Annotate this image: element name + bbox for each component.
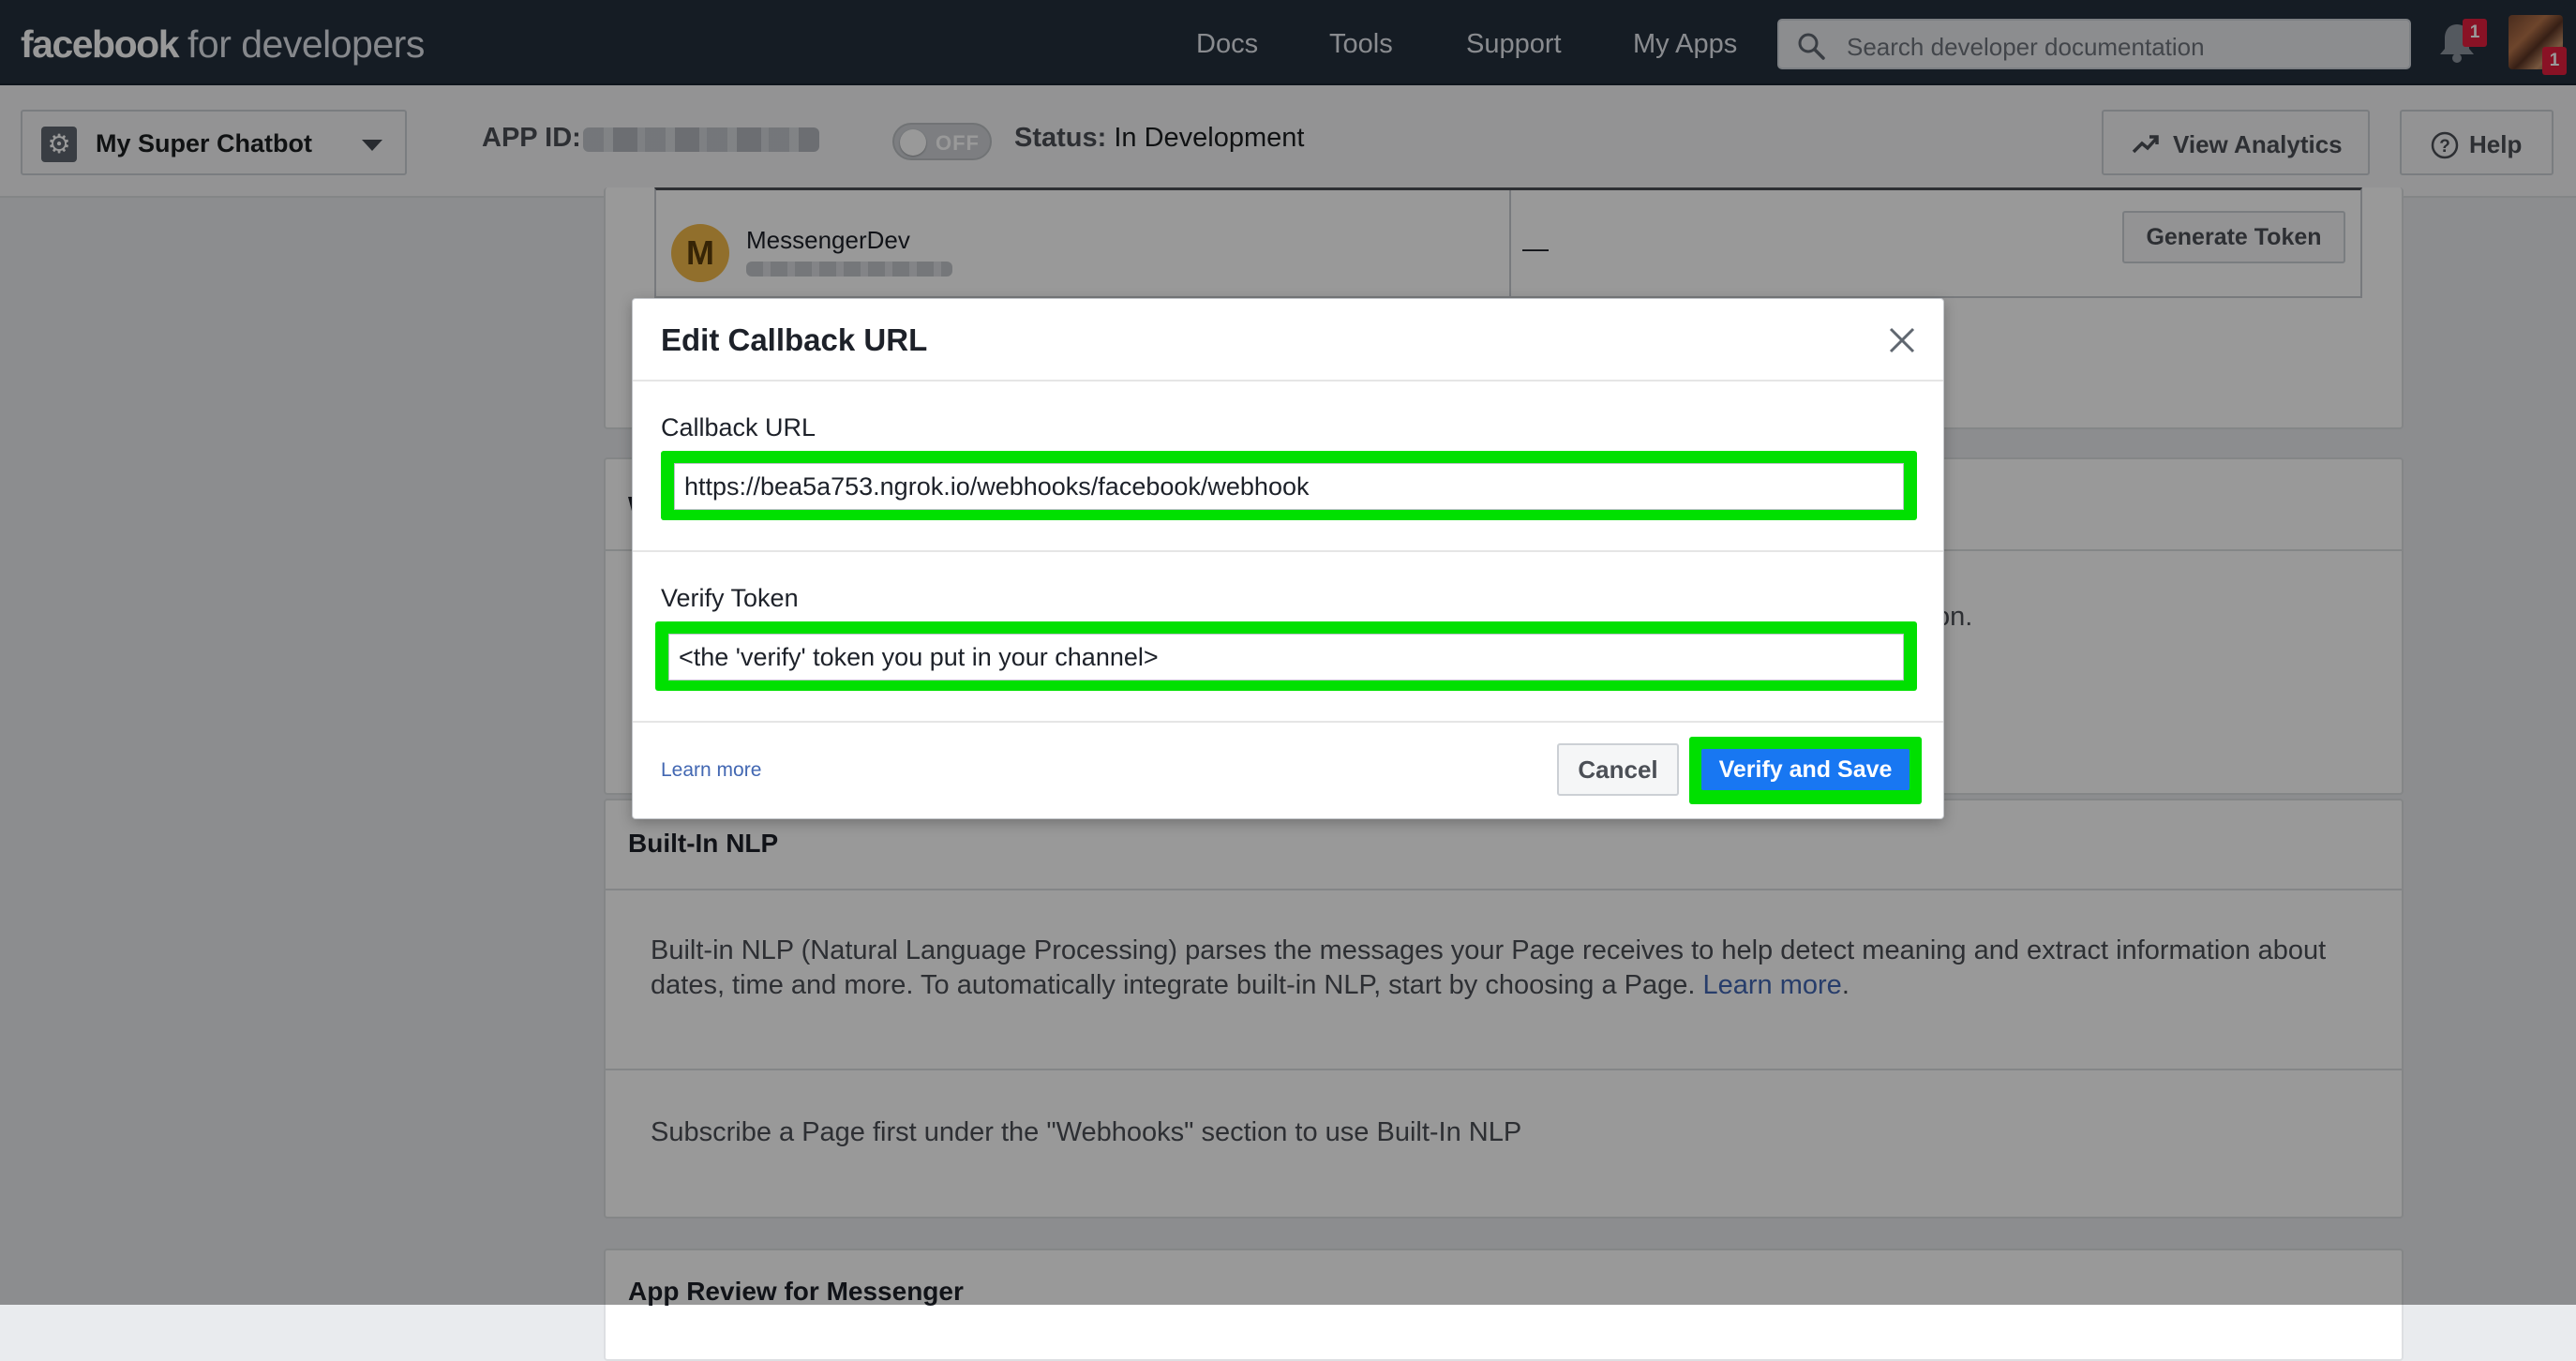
dialog-title: Edit Callback URL [661,322,928,357]
close-icon[interactable] [1881,320,1923,361]
dialog-header: Edit Callback URL [633,299,1943,381]
verify-and-save-button[interactable]: Verify and Save [1701,749,1910,790]
learn-more-link[interactable]: Learn more [661,759,761,782]
callback-url-label: Callback URL [661,413,816,441]
cancel-button[interactable]: Cancel [1557,743,1679,796]
verify-token-label: Verify Token [661,584,799,612]
callback-url-input[interactable]: https://bea5a753.ngrok.io/webhooks/faceb… [674,463,1904,510]
dialog-divider [633,550,1943,552]
edit-callback-url-dialog: Edit Callback URL Callback URL https://b… [632,298,1944,819]
verify-token-input[interactable]: <the 'verify' token you put in your chan… [668,634,1904,680]
dialog-divider [633,721,1943,723]
